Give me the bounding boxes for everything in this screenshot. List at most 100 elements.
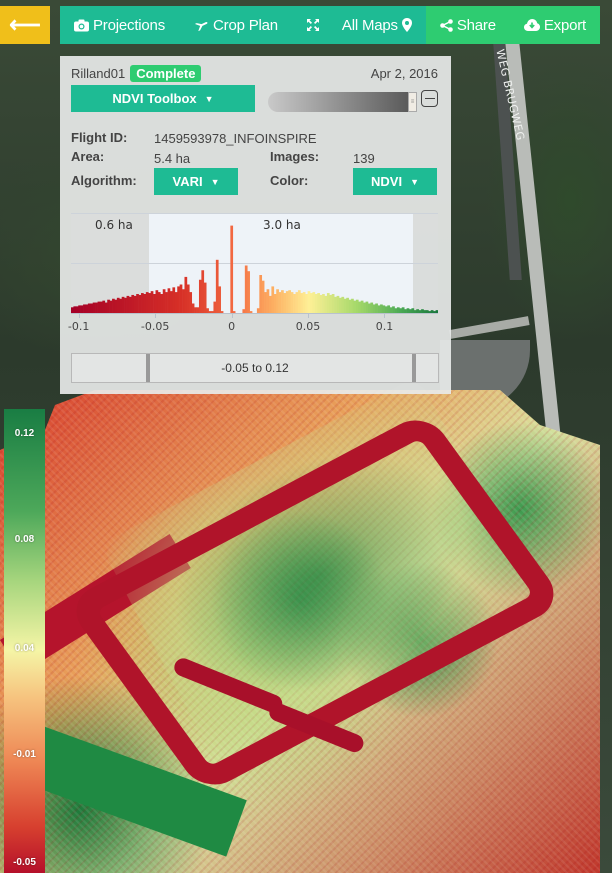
- histogram-bar: [114, 299, 118, 313]
- histogram-bar: [264, 292, 267, 313]
- fullscreen-button[interactable]: [292, 6, 334, 44]
- histogram-bar: [148, 293, 151, 313]
- flight-id-label: Flight ID:: [71, 130, 128, 145]
- range-value-text: -0.05 to 0.12: [221, 361, 289, 375]
- projections-label: Projections: [93, 16, 166, 34]
- legend-label: 0.04: [14, 643, 35, 654]
- histogram-bar: [370, 302, 374, 313]
- histogram-bars: [71, 225, 438, 313]
- share-export-group: Share Export: [425, 6, 601, 44]
- x-tick: [78, 313, 80, 318]
- histogram-bar: [266, 289, 270, 313]
- map-name: Rilland01: [71, 66, 126, 81]
- histogram-bar: [319, 294, 323, 313]
- histogram-bar: [271, 286, 275, 313]
- histogram-bar: [186, 284, 190, 313]
- histogram-bar: [392, 306, 395, 313]
- histogram-bar: [162, 289, 166, 313]
- histogram-bar: [189, 292, 193, 313]
- caret-down-icon: ▼: [204, 93, 214, 104]
- images-value: 139: [353, 151, 375, 166]
- x-tick: [308, 313, 310, 318]
- histogram-bar: [201, 270, 205, 313]
- cloud-download-icon: [523, 19, 540, 31]
- histogram-bar: [124, 297, 127, 313]
- caret-down-icon: ▼: [410, 176, 419, 187]
- histogram-bar: [191, 303, 195, 313]
- collapse-panel-button[interactable]: [421, 90, 438, 107]
- algorithm-dropdown[interactable]: VARI ▼: [154, 168, 238, 195]
- crop-plan-label: Crop Plan: [213, 16, 278, 34]
- share-button[interactable]: Share: [426, 6, 510, 44]
- histogram-bar: [363, 302, 366, 313]
- slider-handle[interactable]: ≡: [408, 92, 417, 112]
- histogram-bar: [102, 300, 106, 313]
- color-label: Color:: [270, 173, 309, 188]
- opacity-slider[interactable]: ≡: [268, 92, 417, 112]
- ndvi-toolbox-label: NDVI Toolbox: [112, 91, 197, 106]
- histogram-bar: [131, 294, 135, 313]
- legend-label: -0.05: [13, 857, 36, 868]
- top-toolbar: Projections Crop Plan All Maps Share Exp…: [60, 6, 601, 44]
- histogram-bar: [213, 301, 217, 313]
- histogram-bar: [276, 289, 279, 313]
- x-tick: [384, 313, 386, 318]
- histogram-bar: [339, 297, 342, 313]
- histogram-bar: [73, 306, 77, 313]
- histogram-bar: [336, 295, 340, 313]
- ndvi-histogram[interactable]: 0.6 ha 3.0 ha -0.1 -0.05 0 0.05 0.1: [68, 213, 438, 341]
- histogram-bar: [109, 300, 113, 313]
- crop-plan-button[interactable]: Crop Plan: [179, 6, 292, 44]
- histogram-bar: [293, 294, 296, 313]
- histogram-bar: [97, 301, 101, 313]
- histogram-bar: [360, 300, 364, 313]
- histogram-bar: [295, 292, 299, 313]
- histogram-bar: [121, 296, 125, 313]
- x-tick-label: -0.05: [140, 320, 170, 333]
- histogram-bar: [372, 304, 376, 313]
- histogram-bar: [244, 265, 248, 313]
- histogram-bar: [87, 303, 91, 313]
- algorithm-label: Algorithm:: [71, 173, 137, 188]
- histogram-bar: [138, 294, 142, 313]
- histogram-bar: [116, 297, 120, 313]
- projections-button[interactable]: Projections: [60, 6, 179, 44]
- all-maps-button[interactable]: All Maps: [334, 6, 426, 44]
- images-label: Images:: [270, 149, 320, 164]
- histogram-bar: [107, 299, 110, 313]
- histogram-bar: [348, 299, 352, 313]
- histogram-bar: [169, 291, 173, 313]
- back-button[interactable]: ⟵: [0, 6, 50, 44]
- histogram-bar: [80, 305, 84, 313]
- histogram-bar: [297, 290, 301, 313]
- color-dropdown[interactable]: NDVI ▼: [353, 168, 437, 195]
- histogram-bar: [136, 294, 139, 313]
- color-value: NDVI: [371, 174, 403, 189]
- histogram-bar: [278, 292, 282, 313]
- legend-label: 0.08: [14, 534, 35, 545]
- flight-id-value: 1459593978_INFOINSPIRE: [154, 131, 317, 146]
- ndvi-panel: Rilland01 Complete Apr 2, 2016 NDVI Tool…: [60, 56, 451, 394]
- histogram-bar: [165, 292, 168, 313]
- x-tick-label: 0: [228, 320, 236, 333]
- histogram-bar: [174, 292, 178, 313]
- histogram-bar: [268, 295, 272, 313]
- histogram-bar: [322, 294, 325, 313]
- histogram-bar: [85, 304, 89, 313]
- histogram-bar: [329, 294, 333, 313]
- histogram-bar: [157, 292, 161, 313]
- histogram-bar: [203, 282, 207, 313]
- histogram-bar: [380, 304, 383, 313]
- color-legend: 0.12 0.08 0.04 -0.01 -0.05: [4, 409, 45, 873]
- histogram-bar: [312, 292, 316, 313]
- export-button[interactable]: Export: [510, 6, 600, 44]
- value-range-slider[interactable]: -0.05 to 0.12: [71, 353, 439, 383]
- histogram-bar: [290, 292, 294, 313]
- histogram-bar: [247, 271, 250, 313]
- export-label: Export: [543, 16, 587, 34]
- histogram-bar: [95, 302, 98, 313]
- histogram-bar: [145, 292, 149, 313]
- histogram-bar: [317, 293, 320, 313]
- histogram-bar: [326, 293, 330, 313]
- ndvi-toolbox-dropdown[interactable]: NDVI Toolbox ▼: [71, 85, 255, 112]
